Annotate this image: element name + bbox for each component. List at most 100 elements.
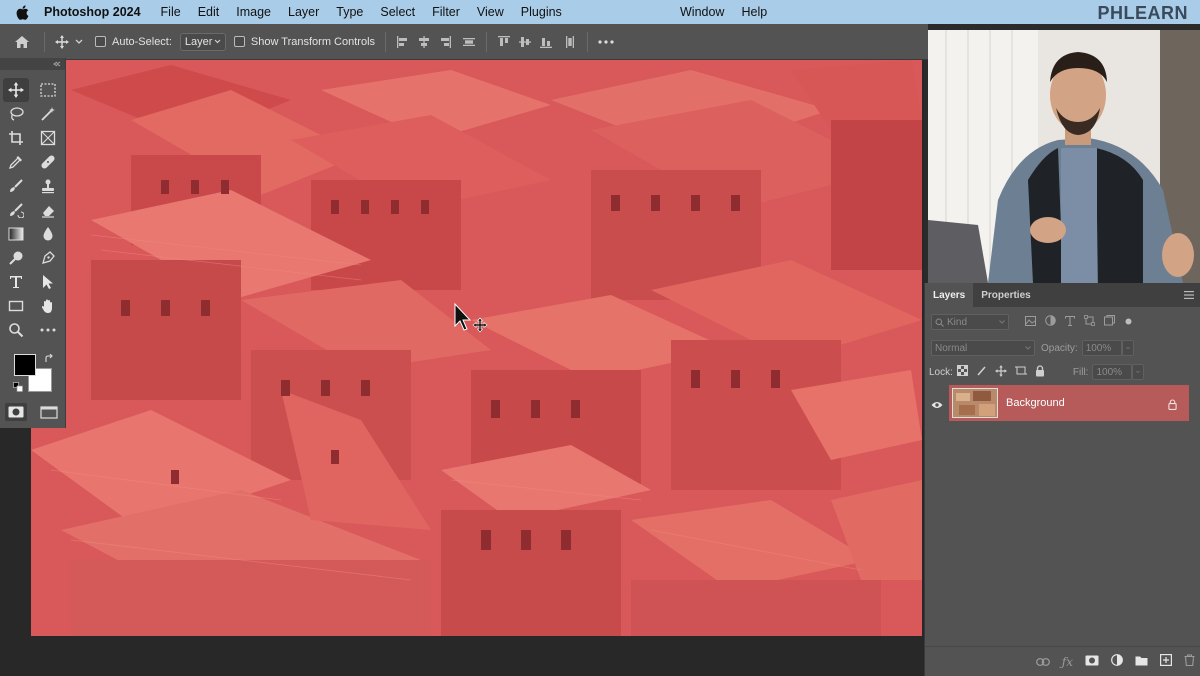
menu-edit[interactable]: Edit [198,5,220,19]
crop-tool[interactable] [0,126,32,150]
menu-file[interactable]: File [161,5,181,19]
lock-position-icon[interactable] [994,364,1007,380]
layer-kind-placeholder: Kind [947,316,968,328]
lock-artboard-icon[interactable] [1014,365,1027,379]
quick-mask-icon [8,406,24,418]
frame-tool[interactable] [32,126,64,150]
fill-value: 100% [1096,366,1123,378]
filter-pixel-icon[interactable] [1025,315,1036,329]
app-menu[interactable]: Photoshop 2024 [44,5,141,19]
transform-controls-checkbox[interactable] [233,36,245,47]
marquee-tool[interactable] [32,78,64,102]
layer-row-background[interactable]: Background [949,385,1189,421]
clone-stamp-tool[interactable] [32,174,64,198]
lock-all-icon[interactable] [1035,364,1045,380]
document-canvas[interactable] [31,60,922,636]
fill-field[interactable]: 100% [1092,364,1133,380]
path-selection-tool[interactable] [32,270,64,294]
hand-tool[interactable] [32,294,64,318]
lock-image-pixels-icon[interactable] [976,365,987,379]
canvas-area[interactable] [0,60,924,676]
home-icon[interactable] [12,35,32,49]
distribute-horizontal-icon[interactable] [462,35,476,49]
menu-right-group: Window Help [680,5,784,19]
type-tool[interactable] [0,270,32,294]
crop-icon [9,131,23,145]
brush-tool[interactable] [0,174,32,198]
screen-mode-button[interactable] [38,403,60,421]
more-tools[interactable] [32,318,64,342]
auto-select-dropdown[interactable]: Layer [179,32,226,51]
eyedropper-tool[interactable] [0,150,32,174]
opacity-slider-toggle[interactable] [1121,340,1134,356]
tools-panel-header[interactable] [0,58,65,70]
layer-lock-icon[interactable] [1168,397,1177,415]
zoom-tool[interactable] [0,318,32,342]
dodge-tool[interactable] [0,246,32,270]
menu-help[interactable]: Help [741,5,767,19]
blend-mode-dropdown[interactable]: Normal [931,340,1035,356]
link-layers-icon[interactable] [1035,653,1050,671]
panel-menu-icon[interactable] [1184,291,1194,302]
default-colors-icon[interactable] [13,382,23,392]
lasso-tool[interactable] [0,102,32,126]
filter-type-icon[interactable] [1064,315,1076,329]
eraser-tool[interactable] [32,198,64,222]
gradient-icon [8,227,24,241]
layer-kind-filter[interactable]: Kind [931,314,1009,330]
hand-icon [41,299,52,313]
menu-image[interactable]: Image [236,5,271,19]
tab-properties[interactable]: Properties [973,283,1038,307]
gradient-tool[interactable] [0,222,32,246]
webcam-video [928,30,1200,283]
chevron-down-icon[interactable] [75,39,83,45]
filter-smart-object-icon[interactable] [1104,315,1115,329]
distribute-vertical-icon[interactable] [563,35,577,49]
delete-layer-icon[interactable] [1184,653,1195,671]
rectangle-tool[interactable] [0,294,32,318]
apple-icon[interactable] [14,4,30,20]
healing-brush-tool[interactable] [32,150,64,174]
move-tool-preset-icon[interactable] [55,34,69,49]
align-center-icon[interactable] [417,35,431,49]
menu-filter[interactable]: Filter [432,5,460,19]
pen-tool[interactable] [32,246,64,270]
new-group-icon[interactable] [1135,653,1148,671]
tab-layers[interactable]: Layers [925,283,974,307]
layer-visibility-eye-icon[interactable] [931,396,943,414]
magic-wand-tool[interactable] [32,102,64,126]
menu-plugins[interactable]: Plugins [521,5,562,19]
swap-colors-icon[interactable] [44,354,54,364]
pointer-arrow-icon [43,275,53,289]
blur-tool[interactable] [32,222,64,246]
auto-select-checkbox[interactable] [95,36,106,47]
filter-shape-icon[interactable] [1084,315,1095,329]
add-mask-icon[interactable] [1085,653,1099,671]
menu-type[interactable]: Type [336,5,363,19]
menu-view[interactable]: View [477,5,504,19]
opacity-field[interactable]: 100% [1081,340,1122,356]
more-options-icon[interactable] [598,39,614,44]
new-layer-icon[interactable] [1160,653,1173,671]
adjustment-layer-icon[interactable] [1111,653,1123,671]
fill-slider-toggle[interactable] [1132,364,1145,380]
align-top-icon[interactable] [497,35,511,49]
lock-transparent-pixels-icon[interactable] [956,365,968,379]
history-brush-tool[interactable] [0,198,32,222]
menu-select[interactable]: Select [380,5,415,19]
filter-adjustment-icon[interactable] [1045,315,1056,329]
align-middle-icon[interactable] [518,35,532,49]
align-right-icon[interactable] [438,35,452,49]
align-bottom-icon[interactable] [539,35,553,49]
menu-window[interactable]: Window [680,5,724,19]
foreground-color-swatch[interactable] [14,354,36,376]
menu-layer[interactable]: Layer [288,5,319,19]
move-tool[interactable] [3,78,29,102]
filter-toggle-icon[interactable] [1125,317,1132,328]
divider [385,31,387,52]
eraser-icon [42,206,54,218]
quick-mask-button[interactable] [5,403,28,421]
layer-effects-icon[interactable]: ƒx [1062,655,1073,669]
align-left-icon[interactable] [396,35,410,49]
options-bar: Auto-Select: Layer Show Transform Contro… [0,24,928,60]
